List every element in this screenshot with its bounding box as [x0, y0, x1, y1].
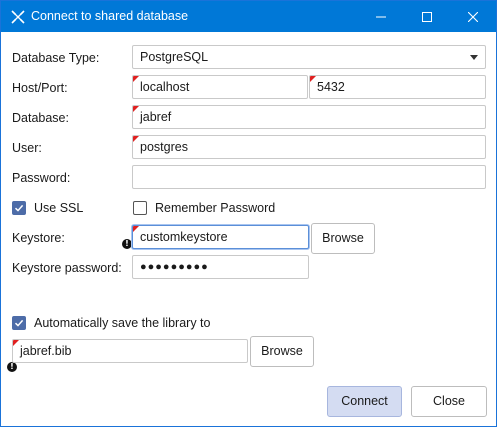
autosave-path-input[interactable]: jabref.bib [12, 339, 248, 363]
required-marker-icon [133, 136, 139, 142]
remember-password-label[interactable]: Remember Password [155, 201, 275, 215]
required-marker-icon [310, 76, 316, 82]
database-type-label: Database Type: [12, 51, 100, 65]
user-input[interactable]: postgres [132, 135, 486, 159]
user-label: User: [12, 141, 42, 155]
user-value: postgres [140, 140, 188, 154]
title-bar[interactable]: Connect to shared database [1, 1, 496, 32]
required-marker-icon [133, 76, 139, 82]
port-value: 5432 [317, 80, 345, 94]
database-type-value: PostgreSQL [140, 50, 209, 64]
keystore-browse-button[interactable]: Browse [311, 223, 375, 254]
database-type-select[interactable]: PostgreSQL [132, 45, 486, 69]
password-input[interactable] [132, 165, 486, 189]
port-input[interactable]: 5432 [309, 75, 486, 99]
error-icon: ! [7, 362, 17, 372]
password-label: Password: [12, 171, 71, 185]
host-port-label: Host/Port: [12, 81, 68, 95]
checkmark-icon [14, 319, 24, 327]
maximize-icon [422, 11, 432, 22]
use-ssl-checkbox[interactable] [12, 201, 26, 215]
window-title: Connect to shared database [31, 9, 189, 23]
jabref-icon [10, 9, 26, 25]
database-value: jabref [140, 110, 172, 124]
close-window-button[interactable] [450, 1, 496, 32]
autosave-browse-button[interactable]: Browse [250, 336, 314, 367]
required-marker-icon [13, 340, 19, 346]
connect-button[interactable]: Connect [327, 386, 402, 417]
autosave-checkbox[interactable] [12, 316, 26, 330]
close-icon [468, 11, 478, 22]
database-label: Database: [12, 111, 69, 125]
keystore-value: customkeystore [140, 230, 228, 244]
checkmark-icon [14, 204, 24, 212]
maximize-button[interactable] [404, 1, 450, 32]
chevron-down-icon [470, 55, 478, 60]
autosave-label[interactable]: Automatically save the library to [34, 316, 210, 330]
required-marker-icon [133, 106, 139, 112]
required-marker-icon [133, 226, 139, 232]
minimize-icon [376, 12, 386, 22]
error-icon: ! [122, 239, 132, 249]
keystore-password-value: ●●●●●●●●● [140, 261, 209, 273]
keystore-password-input[interactable]: ●●●●●●●●● [132, 255, 309, 279]
minimize-button[interactable] [358, 1, 404, 32]
host-value: localhost [140, 80, 190, 94]
keystore-label: Keystore: [12, 231, 65, 245]
close-button[interactable]: Close [411, 386, 487, 417]
keystore-input[interactable]: customkeystore [132, 225, 309, 249]
connect-dialog: Connect to shared database Database Type… [0, 0, 497, 427]
database-input[interactable]: jabref [132, 105, 486, 129]
remember-password-checkbox[interactable] [133, 201, 147, 215]
autosave-path-value: jabref.bib [20, 344, 72, 358]
use-ssl-label[interactable]: Use SSL [34, 201, 83, 215]
keystore-password-label: Keystore password: [12, 261, 122, 275]
host-input[interactable]: localhost [132, 75, 308, 99]
